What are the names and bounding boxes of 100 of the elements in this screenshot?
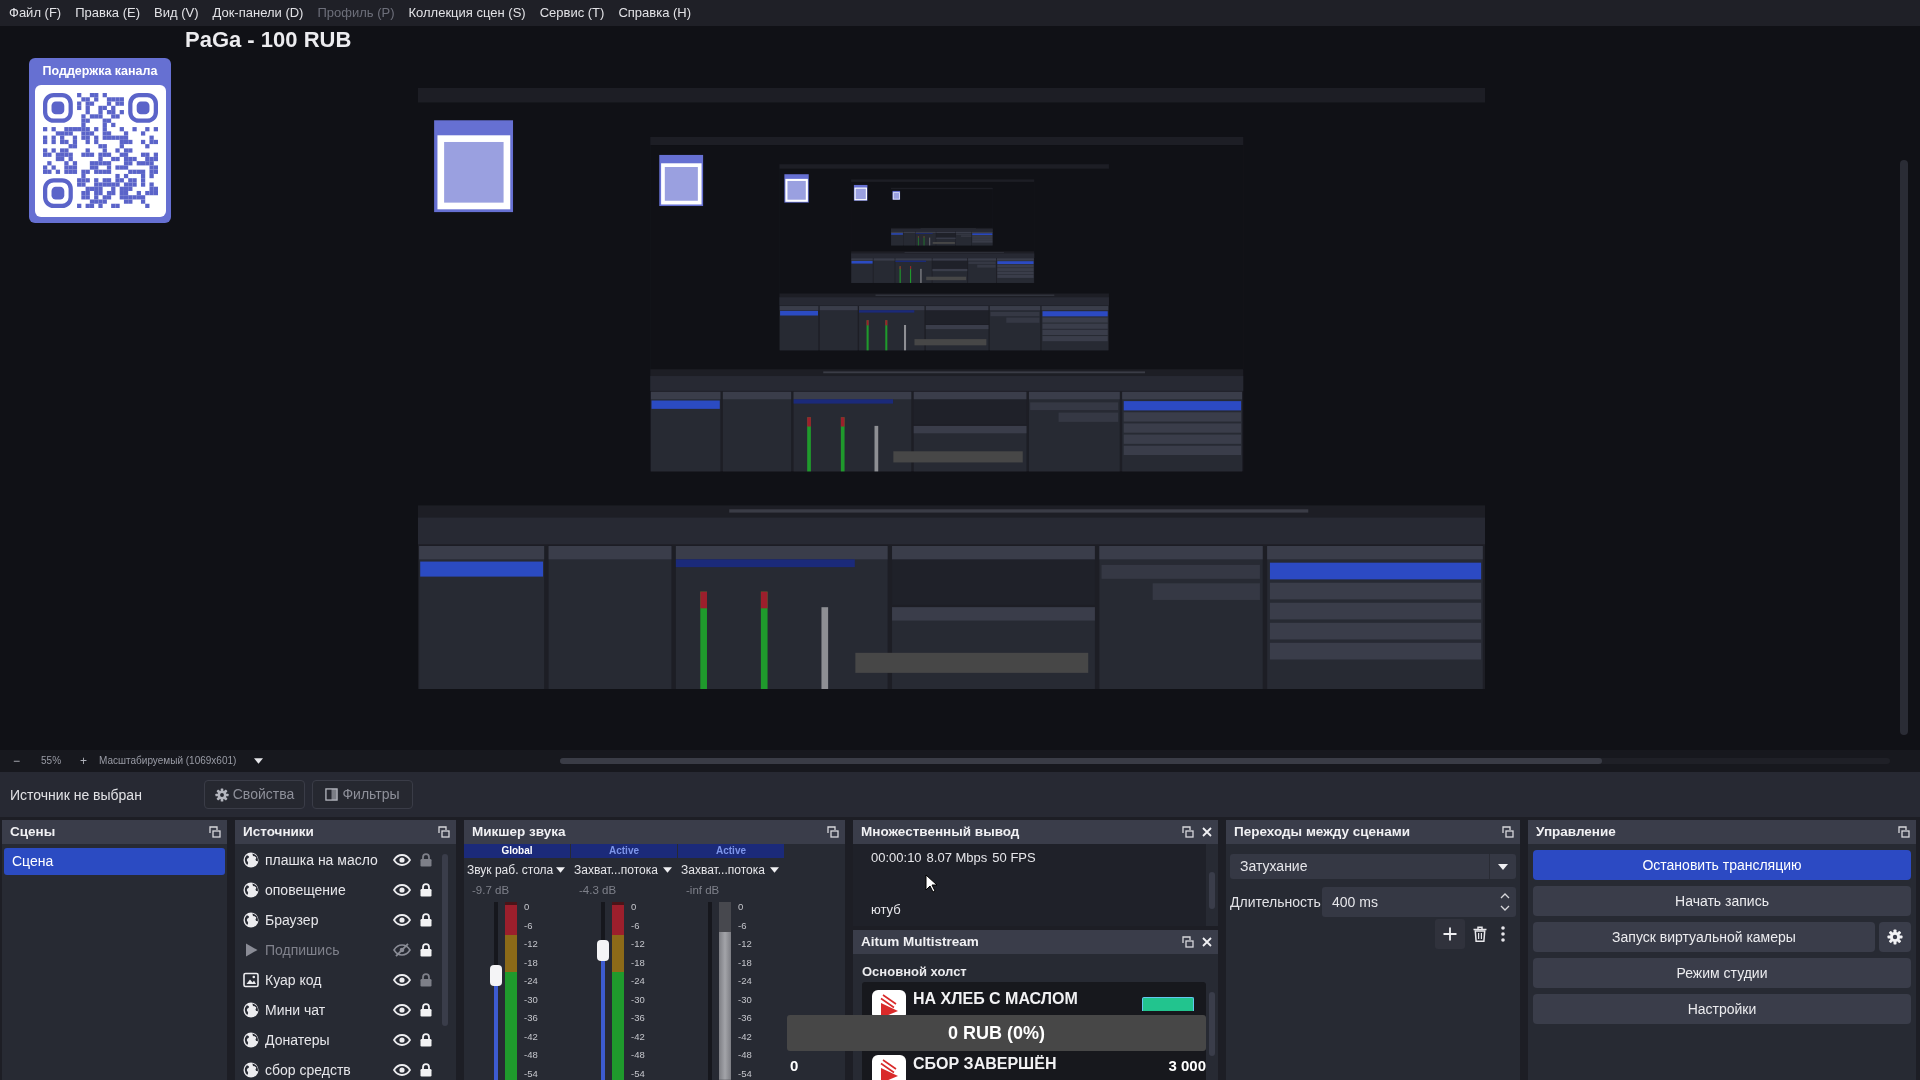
- more-options-icon[interactable]: [1501, 926, 1505, 942]
- duration-field[interactable]: 400 ms: [1322, 887, 1516, 917]
- eye-icon[interactable]: [393, 1034, 411, 1046]
- chevron-up-icon[interactable]: [1500, 893, 1510, 899]
- float-icon[interactable]: [1898, 826, 1910, 838]
- eye-icon[interactable]: [393, 914, 411, 926]
- channel-source-dropdown[interactable]: Звук раб. стола: [464, 858, 571, 882]
- float-icon[interactable]: [827, 826, 839, 838]
- toggle-button[interactable]: [1142, 997, 1194, 1011]
- close-icon[interactable]: [1202, 827, 1212, 837]
- meter-scale-label: 0: [738, 901, 745, 913]
- lock-icon[interactable]: [420, 1033, 432, 1047]
- meter-scale-label: -6: [524, 919, 534, 932]
- meter-scale-label: 0: [631, 901, 638, 913]
- source-name[interactable]: Мини чат: [265, 1001, 393, 1019]
- caret-icon: [556, 867, 565, 873]
- float-icon[interactable]: [438, 826, 450, 838]
- meter-scale-label: -12: [631, 938, 645, 951]
- caret-icon: [254, 758, 264, 764]
- caret-icon: [770, 867, 779, 873]
- qr-card-title: Поддержка канала: [42, 63, 158, 79]
- meter-scale-label: -18: [631, 956, 645, 969]
- lock-icon[interactable]: [420, 1063, 432, 1077]
- dock-title: Переходы между сценами: [1234, 823, 1412, 841]
- settings-button[interactable]: [1879, 922, 1911, 952]
- source-name[interactable]: плашка на масло: [265, 851, 393, 869]
- scene-item[interactable]: Сцена: [4, 848, 225, 875]
- source-name[interactable]: оповещение: [265, 881, 393, 899]
- vertical-scrollbar[interactable]: [1900, 160, 1908, 735]
- close-icon[interactable]: [1202, 937, 1212, 947]
- stream-stat: 00:00:10: [871, 850, 922, 866]
- menu-item[interactable]: Сервис (T): [532, 0, 612, 26]
- menu-item[interactable]: Коллекция сцен (S): [401, 0, 533, 26]
- menu-item[interactable]: Правка (E): [68, 0, 148, 26]
- control-button[interactable]: Начать запись: [1533, 886, 1911, 916]
- eye-slash-icon[interactable]: [393, 943, 411, 957]
- float-icon[interactable]: [1502, 826, 1514, 838]
- control-button[interactable]: Настройки: [1533, 994, 1911, 1024]
- trash-icon[interactable]: [1473, 926, 1487, 942]
- source-name[interactable]: сбор средств: [265, 1061, 393, 1079]
- eye-icon[interactable]: [393, 884, 411, 896]
- scale-mode-dropdown[interactable]: Масштабируемый (1069x601): [99, 754, 264, 768]
- dock-title: Aitum Multistream: [861, 933, 980, 951]
- eye-icon[interactable]: [393, 1004, 411, 1016]
- eye-icon[interactable]: [393, 974, 411, 986]
- eye-icon[interactable]: [393, 854, 411, 866]
- meter-scale-label: -6: [631, 919, 641, 932]
- source-name[interactable]: Браузер: [265, 911, 393, 929]
- overlay-title: PaGa - 100 RUB: [185, 27, 352, 53]
- fader-handle[interactable]: [490, 964, 502, 986]
- dock-title: Сцены: [10, 823, 57, 841]
- meter-scale-label: -24: [524, 975, 538, 988]
- lock-icon[interactable]: [420, 1003, 432, 1017]
- add-button[interactable]: [1435, 919, 1465, 949]
- stream-stat: 50 FPS: [992, 850, 1036, 866]
- source-name[interactable]: Куар код: [265, 971, 393, 989]
- source-name[interactable]: Подпишись: [265, 941, 393, 959]
- fader-handle[interactable]: [597, 940, 609, 962]
- meter-scale-label: -48: [524, 1049, 538, 1062]
- gear-icon: [1887, 929, 1903, 945]
- meter-scale-label: -30: [524, 993, 538, 1006]
- menu-item[interactable]: Док-панели (D): [205, 0, 311, 26]
- float-icon[interactable]: [1182, 826, 1194, 838]
- control-button[interactable]: Режим студии: [1533, 958, 1911, 988]
- eye-icon[interactable]: [393, 1064, 411, 1076]
- control-button[interactable]: Остановить трансляцию: [1533, 850, 1911, 880]
- meter-scale-label: -18: [738, 956, 752, 969]
- menu-item[interactable]: Справка (H): [611, 0, 699, 26]
- meter-scale-label: -36: [738, 1012, 752, 1025]
- lock-icon[interactable]: [420, 883, 432, 897]
- float-icon[interactable]: [209, 826, 221, 838]
- channel-source-dropdown[interactable]: Захват...потока: [571, 858, 678, 882]
- meter-scale-label: -24: [738, 975, 752, 988]
- menu-item[interactable]: Файл (F): [2, 0, 69, 26]
- stream-stat: 8.07 Mbps: [926, 850, 988, 866]
- filter-icon: [325, 788, 339, 801]
- caret-icon: [663, 867, 672, 873]
- volume-reading: -9.7 dB: [471, 883, 511, 898]
- lock-icon[interactable]: [420, 943, 432, 957]
- zoom-in-button[interactable]: +: [78, 753, 90, 769]
- lock-icon[interactable]: [420, 913, 432, 927]
- channel-status: Active: [571, 844, 678, 858]
- plus-icon: [1443, 927, 1457, 941]
- output-name: ютуб: [870, 902, 902, 918]
- zoom-out-button[interactable]: −: [11, 753, 22, 769]
- channel-source-dropdown[interactable]: Захват...потока: [678, 858, 785, 882]
- float-icon[interactable]: [1182, 936, 1194, 948]
- menu-item[interactable]: Вид (V): [147, 0, 206, 26]
- control-button[interactable]: Запуск виртуальной камеры: [1533, 922, 1875, 952]
- goal-amount-label: 0 RUB (0%): [948, 1022, 1045, 1044]
- meter-scale-label: -12: [524, 938, 538, 951]
- meter-scale-label: -24: [631, 975, 645, 988]
- selection-status: Источник не выбран: [9, 785, 143, 804]
- gear-icon: [214, 787, 229, 802]
- transition-dropdown[interactable]: Затухание: [1230, 854, 1516, 879]
- horizontal-scrollbar[interactable]: [560, 758, 1890, 764]
- chevron-down-icon[interactable]: [1500, 905, 1510, 911]
- scrollbar-thumb[interactable]: [560, 758, 1602, 764]
- volume-reading: -4.3 dB: [578, 883, 618, 898]
- source-name[interactable]: Донатеры: [265, 1031, 393, 1049]
